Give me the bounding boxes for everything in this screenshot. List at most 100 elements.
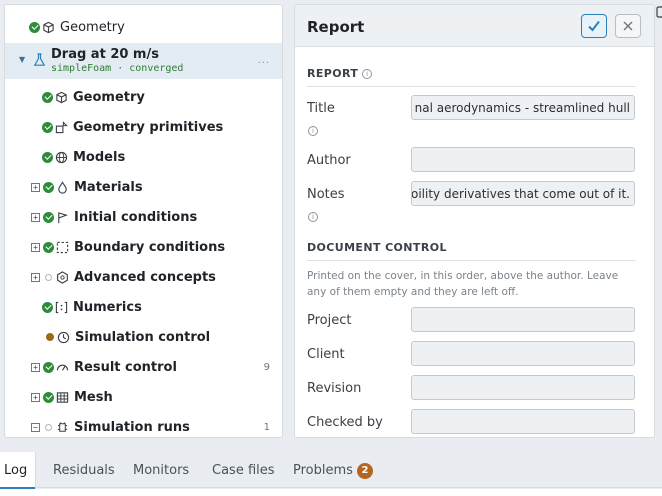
- bottom-tab-bar: Log Residuals Monitors Case files Proble…: [0, 452, 662, 489]
- section-report-heading: REPORT i: [307, 67, 636, 87]
- tree-item-geometry-top[interactable]: Geometry: [5, 14, 282, 40]
- status-ok-icon: [43, 241, 54, 253]
- item-count: 9: [263, 361, 270, 373]
- status-ok-icon: [43, 211, 54, 223]
- boundary-icon: [56, 241, 69, 254]
- tab-case-files[interactable]: Case files: [212, 463, 275, 478]
- tab-label: Problems: [293, 463, 353, 478]
- info-icon[interactable]: i: [308, 212, 318, 222]
- tree-item-mesh[interactable]: + Mesh: [5, 384, 282, 410]
- confirm-button[interactable]: [581, 14, 607, 38]
- expand-icon[interactable]: +: [31, 212, 40, 222]
- flask-icon: [33, 53, 46, 66]
- status-ok-icon: [42, 151, 53, 163]
- status-ok-icon: [42, 91, 53, 103]
- tree-item-label: Result control: [74, 359, 177, 375]
- notes-input-value: oility derivatives that come out of it.: [411, 186, 630, 201]
- report-header: Report: [295, 5, 654, 47]
- title-label: Title: [307, 101, 335, 116]
- tree-item-label: Models: [73, 149, 126, 165]
- tree-item-simulation-runs[interactable]: − Simulation runs 1: [5, 414, 282, 437]
- tree-item-label: Numerics: [73, 299, 142, 315]
- status-ok-icon: [29, 21, 40, 33]
- close-icon: [623, 21, 633, 31]
- globe-icon: [55, 151, 68, 164]
- more-options-icon[interactable]: ...: [257, 55, 270, 66]
- problems-count-badge: 2: [356, 463, 373, 479]
- title-input[interactable]: nal aerodynamics - streamlined hull: [411, 95, 635, 120]
- expand-icon[interactable]: +: [31, 182, 40, 192]
- tab-problems[interactable]: Problems 2: [293, 463, 373, 479]
- tab-monitors[interactable]: Monitors: [133, 463, 189, 478]
- tree-item-advanced-concepts[interactable]: + Advanced concepts: [5, 264, 282, 290]
- tree-item-simulation-control[interactable]: Simulation control: [5, 324, 282, 350]
- checkmark-icon: [588, 20, 600, 32]
- numerics-icon: [55, 301, 68, 314]
- notes-input[interactable]: oility derivatives that come out of it.: [411, 181, 635, 206]
- project-label: Project: [307, 313, 352, 328]
- tree-item-label: Geometry: [60, 19, 125, 35]
- tab-log[interactable]: Log: [0, 452, 37, 489]
- grid-icon: [56, 391, 69, 404]
- log-output: [0, 489, 662, 496]
- tree-item-result-control[interactable]: + Result control 9: [5, 354, 282, 380]
- tree-item-label: Geometry primitives: [73, 119, 224, 135]
- tab-residuals[interactable]: Residuals: [53, 463, 115, 478]
- status-ok-icon: [43, 181, 54, 193]
- expand-icon[interactable]: +: [31, 242, 40, 252]
- author-input[interactable]: [411, 147, 635, 172]
- tree-item-label: Simulation runs: [74, 419, 190, 435]
- status-pending-icon: [46, 333, 54, 341]
- tree-item-geometry-primitives[interactable]: Geometry primitives: [5, 114, 282, 140]
- report-title: Report: [307, 18, 365, 36]
- title-input-value: nal aerodynamics - streamlined hull: [414, 100, 630, 115]
- expand-icon[interactable]: +: [31, 392, 40, 402]
- tree-item-label: Boundary conditions: [74, 239, 226, 255]
- clock-icon: [57, 331, 70, 344]
- tree-item-label: Advanced concepts: [74, 269, 216, 285]
- item-count: 1: [263, 421, 270, 433]
- tree-item-numerics[interactable]: Numerics: [5, 294, 282, 320]
- status-empty-icon: [45, 423, 52, 431]
- cube-icon: [55, 91, 68, 104]
- flag-icon: [56, 211, 69, 224]
- project-input[interactable]: [411, 307, 635, 332]
- tree-item-geometry[interactable]: Geometry: [5, 84, 282, 110]
- tree-item-initial-conditions[interactable]: + Initial conditions: [5, 204, 282, 230]
- collapse-caret-icon[interactable]: ▼: [19, 55, 25, 64]
- primitives-icon: [55, 120, 68, 134]
- panel-edge-icon[interactable]: [656, 6, 662, 18]
- tree-item-boundary-conditions[interactable]: + Boundary conditions: [5, 234, 282, 260]
- run-status: simpleFoam · converged: [51, 63, 184, 74]
- checked-by-input[interactable]: [411, 409, 635, 434]
- simulation-run-item[interactable]: ▼ Drag at 20 m/s simpleFoam · converged …: [5, 43, 282, 79]
- section-document-control-heading: DOCUMENT CONTROL: [307, 241, 636, 261]
- client-input[interactable]: [411, 341, 635, 366]
- revision-label: Revision: [307, 381, 362, 396]
- tree-item-models[interactable]: Models: [5, 144, 282, 170]
- status-empty-icon: [45, 273, 52, 281]
- revision-input[interactable]: [411, 375, 635, 400]
- info-icon[interactable]: i: [362, 69, 373, 79]
- author-label: Author: [307, 153, 351, 168]
- tree-item-label: Geometry: [73, 89, 145, 105]
- checked-by-label: Checked by: [307, 415, 383, 430]
- tree-item-label: Mesh: [74, 389, 113, 405]
- client-label: Client: [307, 347, 345, 362]
- section-title: REPORT: [307, 67, 359, 80]
- droplet-icon: [56, 180, 69, 194]
- status-ok-icon: [42, 301, 53, 313]
- notes-label: Notes: [307, 187, 345, 202]
- close-button[interactable]: [615, 14, 641, 38]
- expand-icon[interactable]: +: [31, 272, 40, 282]
- expand-icon[interactable]: +: [31, 362, 40, 372]
- runs-icon: [56, 421, 69, 434]
- collapse-icon[interactable]: −: [31, 422, 40, 432]
- report-panel: Report REPORT i Title i nal aerodynamics …: [294, 4, 655, 438]
- tree-item-materials[interactable]: + Materials: [5, 174, 282, 200]
- info-icon[interactable]: i: [308, 126, 318, 136]
- tree-item-label: Materials: [74, 179, 143, 195]
- tree-item-label: Simulation control: [75, 329, 211, 345]
- run-title: Drag at 20 m/s: [51, 47, 159, 62]
- cube-icon: [42, 21, 55, 34]
